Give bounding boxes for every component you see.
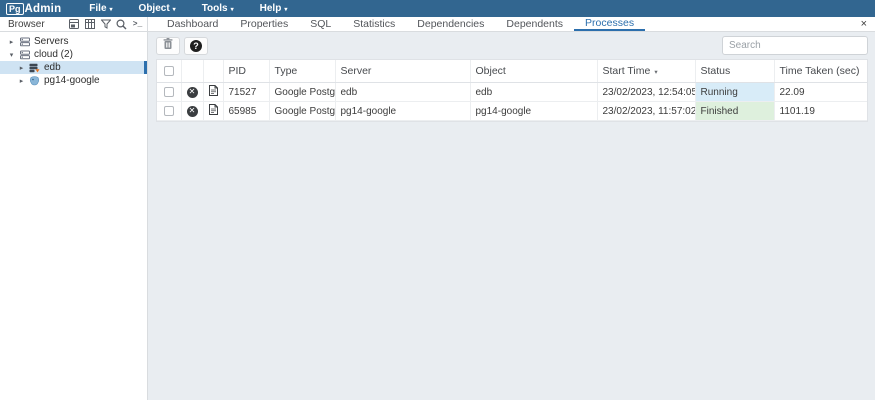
- browser-panel-title: Browser: [8, 19, 68, 30]
- column-header-start-time[interactable]: Start Time▾: [597, 60, 695, 83]
- tab-bar: Dashboard Properties SQL Statistics Depe…: [148, 17, 875, 31]
- chevron-right-icon[interactable]: ▸: [8, 38, 15, 46]
- menu-object[interactable]: Object ▾: [139, 3, 176, 14]
- pgadmin-logo: Pg Admin: [6, 3, 61, 15]
- tab-properties[interactable]: Properties: [229, 17, 299, 31]
- chevron-down-icon: ▾: [110, 6, 113, 13]
- column-header-pid[interactable]: PID: [223, 60, 269, 83]
- chevron-right-icon[interactable]: ▸: [18, 64, 25, 72]
- server-group-icon: [19, 49, 30, 60]
- cell-time-taken: 1101.19: [774, 102, 867, 121]
- menu-help[interactable]: Help ▾: [260, 3, 288, 14]
- help-button[interactable]: ?: [184, 37, 208, 55]
- search-input[interactable]: [722, 36, 868, 55]
- tree-item-label: edb: [44, 62, 61, 73]
- select-all-checkbox[interactable]: [164, 66, 174, 76]
- column-header-type[interactable]: Type: [269, 60, 335, 83]
- browser-tree: ▸ Servers ▾ cloud (2) ▸ edb ▸ pg14-googl…: [0, 32, 148, 400]
- trash-icon: [163, 37, 173, 55]
- column-header-server[interactable]: Server: [335, 60, 470, 83]
- chevron-right-icon[interactable]: ▸: [18, 77, 25, 85]
- selection-indicator: [144, 61, 147, 74]
- cell-type: Google PostgreSQL: [269, 102, 335, 121]
- menu-file-label: File: [89, 3, 106, 14]
- processes-table: PID Type Server Object Start Time▾ Statu…: [156, 59, 868, 122]
- tree-item-label: cloud (2): [34, 49, 73, 60]
- search-icon[interactable]: [116, 19, 127, 30]
- cell-pid: 65985: [223, 102, 269, 121]
- cell-status-running: Running: [695, 83, 774, 102]
- stop-column-header: [181, 60, 203, 83]
- tree-item-servers[interactable]: ▸ Servers: [0, 35, 147, 48]
- process-details-icon[interactable]: [209, 104, 218, 115]
- processes-panel: ? PID Type Server Object: [148, 32, 875, 400]
- help-icon: ?: [190, 40, 202, 52]
- tab-dependencies[interactable]: Dependencies: [406, 17, 495, 31]
- column-header-time-taken[interactable]: Time Taken (sec): [774, 60, 867, 83]
- stop-process-icon[interactable]: ✕: [187, 106, 198, 117]
- cell-status-finished: Finished: [695, 102, 774, 121]
- header-strip: Browser >_ Dashboard Properties SQL Stat…: [0, 17, 875, 32]
- tab-dashboard[interactable]: Dashboard: [156, 17, 229, 31]
- cell-pid: 71527: [223, 83, 269, 102]
- cell-object: pg14-google: [470, 102, 597, 121]
- chevron-down-icon: ▾: [231, 6, 234, 13]
- menu-help-label: Help: [260, 3, 282, 14]
- query-tool-icon[interactable]: >_: [132, 19, 143, 30]
- cell-type: Google PostgreSQL: [269, 83, 335, 102]
- cell-server: edb: [335, 83, 470, 102]
- menu-file[interactable]: File ▾: [89, 3, 112, 14]
- menu-tools[interactable]: Tools ▾: [202, 3, 234, 14]
- details-column-header: [203, 60, 223, 83]
- tree-item-edb[interactable]: ▸ edb: [0, 61, 147, 74]
- close-icon[interactable]: ×: [861, 17, 867, 31]
- tab-sql[interactable]: SQL: [299, 17, 342, 31]
- table-row: ✕ 65985 Google PostgreSQL pg14-google pg…: [157, 102, 867, 121]
- tab-statistics[interactable]: Statistics: [342, 17, 406, 31]
- save-layout-icon[interactable]: [68, 19, 79, 30]
- column-header-object[interactable]: Object: [470, 60, 597, 83]
- tree-item-label: Servers: [34, 36, 68, 47]
- tree-item-cloud[interactable]: ▾ cloud (2): [0, 48, 147, 61]
- browser-panel-header: Browser >_: [0, 17, 148, 31]
- cell-start-time: 23/02/2023, 12:54:05: [597, 83, 695, 102]
- tab-dependents[interactable]: Dependents: [495, 17, 574, 31]
- delete-process-button[interactable]: [156, 37, 180, 55]
- filter-icon[interactable]: [100, 19, 111, 30]
- server-group-icon: [19, 36, 30, 47]
- tree-item-pg14-google[interactable]: ▸ pg14-google: [0, 74, 147, 87]
- tree-item-label: pg14-google: [44, 75, 100, 86]
- logo-admin-text: Admin: [25, 3, 62, 15]
- edb-server-icon: [29, 62, 40, 73]
- logo-pg-badge: Pg: [6, 3, 24, 15]
- chevron-down-icon: ▾: [173, 6, 176, 13]
- chevron-down-icon[interactable]: ▾: [8, 51, 15, 59]
- postgres-server-icon: [29, 75, 40, 86]
- table-header-row: PID Type Server Object Start Time▾ Statu…: [157, 60, 867, 83]
- menu-tools-label: Tools: [202, 3, 228, 14]
- cell-server: pg14-google: [335, 102, 470, 121]
- chevron-down-icon: ▾: [284, 6, 287, 13]
- row-checkbox[interactable]: [164, 106, 174, 116]
- table-row: ✕ 71527 Google PostgreSQL edb edb 23/02/…: [157, 83, 867, 102]
- sort-descending-icon: ▾: [654, 69, 657, 76]
- menu-object-label: Object: [139, 3, 170, 14]
- grid-view-icon[interactable]: [84, 19, 95, 30]
- stop-process-icon[interactable]: ✕: [187, 87, 198, 98]
- tab-processes[interactable]: Processes: [574, 17, 645, 31]
- cell-start-time: 23/02/2023, 11:57:02: [597, 102, 695, 121]
- app-menubar: Pg Admin File ▾ Object ▾ Tools ▾ Help ▾: [0, 0, 875, 17]
- cell-object: edb: [470, 83, 597, 102]
- processes-toolbar: ?: [148, 32, 875, 59]
- cell-time-taken: 22.09: [774, 83, 867, 102]
- process-details-icon[interactable]: [209, 85, 218, 96]
- column-header-status[interactable]: Status: [695, 60, 774, 83]
- row-checkbox[interactable]: [164, 87, 174, 97]
